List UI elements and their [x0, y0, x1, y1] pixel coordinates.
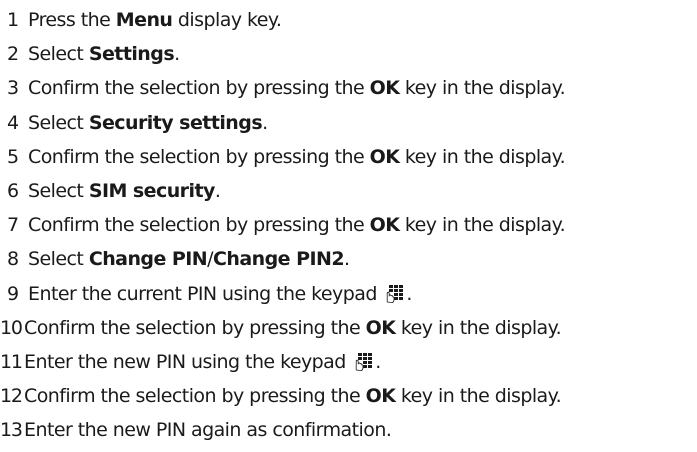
step-number: 3 [7, 77, 19, 100]
step-text-part: . [406, 282, 412, 305]
step-text: Select SIM security. [28, 180, 221, 203]
step-text: Select Settings. [28, 43, 180, 65]
step-number: 12 [0, 385, 23, 408]
step-text-part: key in the display. [395, 385, 562, 408]
ok-key-label: OK [369, 214, 400, 237]
step-text-part: . [262, 111, 268, 134]
step-text: Enter the new PIN again as confirmation. [24, 419, 392, 442]
step-6: 6 Select SIM security. [0, 174, 697, 208]
step-10: 10 Confirm the selection by pressing the… [0, 311, 697, 345]
step-text-part: key in the display. [399, 145, 566, 168]
step-text-part: Confirm the selection by pressing the [28, 145, 370, 168]
ok-key-label: OK [369, 145, 400, 168]
step-text-part: . [344, 248, 350, 271]
step-text: Press the Menu display key. [28, 9, 282, 32]
step-13: 13 Enter the new PIN again as confirmati… [0, 413, 697, 447]
step-number: 4 [7, 111, 19, 134]
step-text: Select Change PIN/Change PIN2. [28, 248, 350, 270]
step-text: Enter the new PIN using the keypad . [24, 351, 381, 373]
change-pin2-label: Change PIN2 [213, 248, 345, 271]
keypad-icon [385, 284, 406, 304]
ok-key-label: OK [365, 316, 396, 339]
step-text-part: Select [28, 111, 89, 134]
step-number: 11 [0, 350, 23, 373]
step-text-part: Confirm the selection by pressing the [24, 385, 366, 408]
step-text-part: . [214, 180, 221, 203]
step-5: 5 Confirm the selection by pressing the … [0, 140, 697, 174]
step-number: 13 [0, 419, 23, 442]
settings-label: Settings [88, 43, 175, 66]
step-text: Confirm the selection by pressing the OK… [28, 145, 566, 168]
step-text-part: Confirm the selection by pressing the [24, 316, 366, 339]
step-number: 9 [7, 282, 19, 305]
step-text-part: key in the display. [399, 77, 566, 100]
step-text-part: Select [28, 180, 89, 203]
step-text: Enter the current PIN using the keypad . [28, 283, 412, 305]
step-7: 7 Confirm the selection by pressing the … [0, 208, 697, 242]
step-text-part: Enter the new PIN using the keypad [24, 350, 352, 373]
step-text-part: . [375, 350, 381, 373]
step-number: 10 [0, 316, 23, 339]
step-text-part: key in the display. [395, 316, 562, 339]
step-text-part: . [174, 43, 180, 66]
step-text: Confirm the selection by pressing the OK… [24, 385, 562, 408]
step-text-part: Enter the new PIN again as confirmation. [24, 419, 392, 442]
step-number: 5 [7, 145, 19, 168]
step-text-part: Press the [28, 9, 116, 32]
step-text: Confirm the selection by pressing the OK… [28, 214, 566, 237]
step-number: 1 [7, 9, 19, 32]
step-number: 8 [7, 248, 19, 271]
sim-security-label: SIM security [88, 180, 216, 203]
step-8: 8 Select Change PIN/Change PIN2. [0, 242, 697, 276]
step-1: 1 Press the Menu display key. [0, 3, 697, 37]
step-4: 4 Select Security settings. [0, 106, 697, 140]
step-number: 6 [7, 180, 19, 203]
instruction-steps: 1 Press the Menu display key. 2 Select S… [0, 0, 697, 447]
step-text: Confirm the selection by pressing the OK… [28, 77, 566, 100]
keypad-icon [354, 352, 375, 372]
step-text-part: Confirm the selection by pressing the [28, 77, 370, 100]
step-12: 12 Confirm the selection by pressing the… [0, 379, 697, 413]
step-text-part: Select [28, 43, 89, 66]
step-text-part: display key. [172, 9, 282, 32]
step-text-part: key in the display. [399, 214, 566, 237]
step-3: 3 Confirm the selection by pressing the … [0, 71, 697, 105]
step-text-part: Select [28, 248, 89, 271]
step-2: 2 Select Settings. [0, 37, 697, 71]
ok-key-label: OK [365, 385, 396, 408]
step-11: 11 Enter the new PIN using the keypad . [0, 345, 697, 379]
security-settings-label: Security settings [88, 111, 263, 134]
ok-key-label: OK [369, 77, 400, 100]
step-number: 2 [7, 43, 19, 66]
change-pin-label: Change PIN [88, 248, 208, 271]
step-text-part: Confirm the selection by pressing the [28, 214, 370, 237]
step-number: 7 [7, 214, 19, 237]
menu-key-label: Menu [115, 9, 173, 32]
step-9: 9 Enter the current PIN using the keypad… [0, 277, 697, 311]
step-text-part: Enter the current PIN using the keypad [28, 282, 383, 305]
step-text: Confirm the selection by pressing the OK… [24, 316, 562, 339]
step-text: Select Security settings. [28, 112, 268, 134]
